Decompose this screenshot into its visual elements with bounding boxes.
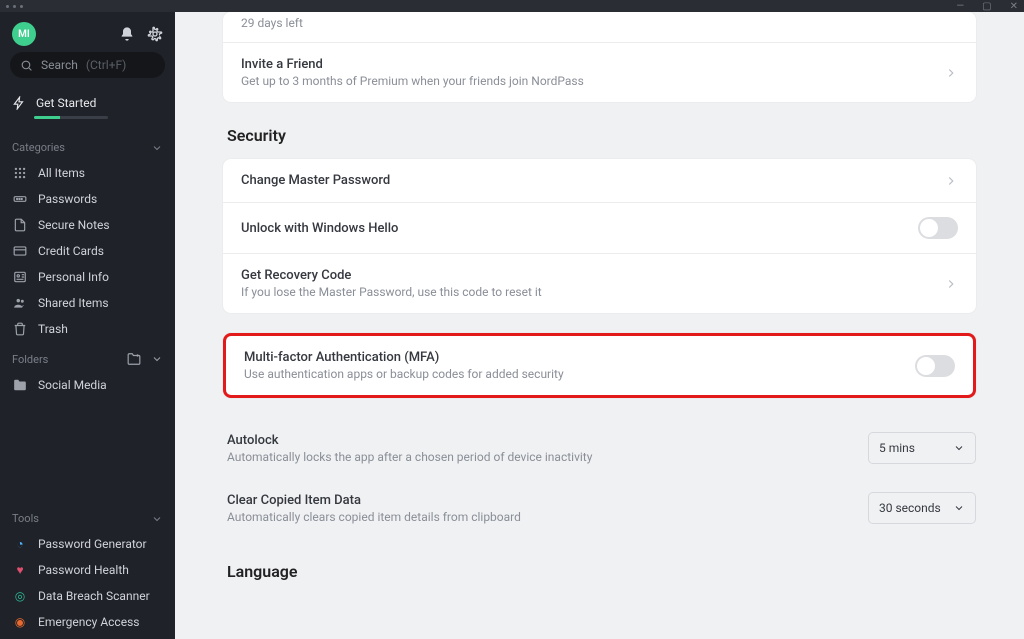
row-title: Change Master Password — [241, 173, 930, 188]
invite-friend-row[interactable]: Invite a Friend Get up to 3 months of Pr… — [223, 42, 976, 102]
security-header: Security — [223, 126, 976, 145]
get-started-link[interactable]: Get Started — [12, 96, 163, 110]
close-icon[interactable]: ✕ — [1010, 1, 1018, 12]
scanner-icon: ◎ — [12, 589, 28, 603]
folder-icon — [12, 378, 28, 392]
tools-header: Tools — [12, 512, 39, 525]
folders-header: Folders — [12, 353, 48, 366]
chevron-right-icon — [944, 277, 958, 291]
row-title: Autolock — [227, 433, 854, 448]
search-icon — [20, 59, 33, 72]
tool-password-generator[interactable]: ◔ Password Generator — [0, 531, 175, 557]
tool-label: Data Breach Scanner — [38, 589, 150, 603]
sidebar-item-label: Passwords — [38, 192, 97, 206]
row-title: Clear Copied Item Data — [227, 493, 854, 508]
get-started-progress — [34, 116, 108, 119]
row-title: Get Recovery Code — [241, 268, 930, 283]
sidebar-item-label: All Items — [38, 166, 85, 180]
minimize-icon[interactable]: — — [956, 1, 964, 12]
sidebar-item-personal-info[interactable]: Personal Info — [0, 264, 175, 290]
search-input[interactable]: Search (Ctrl+F) — [10, 52, 165, 78]
main-content: 29 days left Invite a Friend Get up to 3… — [175, 12, 1024, 639]
id-icon — [12, 270, 28, 284]
trial-days-left: 29 days left — [223, 12, 976, 42]
row-sub: If you lose the Master Password, use thi… — [241, 285, 930, 299]
chevron-down-icon[interactable] — [151, 142, 163, 154]
chevron-down-icon — [953, 442, 965, 454]
sidebar-item-credit-cards[interactable]: Credit Cards — [0, 238, 175, 264]
gear-icon[interactable] — [147, 26, 163, 42]
window-controls: — ▢ ✕ — [956, 0, 1018, 12]
tool-label: Emergency Access — [38, 615, 139, 629]
sidebar-item-trash[interactable]: Trash — [0, 316, 175, 342]
people-icon — [12, 296, 28, 310]
autolock-select[interactable]: 5 mins — [868, 432, 976, 464]
tool-label: Password Health — [38, 563, 129, 577]
windows-hello-row: Unlock with Windows Hello — [223, 202, 976, 253]
add-folder-icon[interactable] — [127, 352, 141, 366]
sidebar-item-all-items[interactable]: All Items — [0, 160, 175, 186]
mfa-row: Multi-factor Authentication (MFA) Use au… — [226, 336, 973, 395]
row-title: Unlock with Windows Hello — [241, 221, 904, 236]
row-sub: Use authentication apps or backup codes … — [244, 367, 901, 381]
chevron-right-icon — [944, 174, 958, 188]
sidebar-item-label: Personal Info — [38, 270, 109, 284]
bell-icon[interactable] — [119, 26, 135, 42]
tool-data-breach-scanner[interactable]: ◎ Data Breach Scanner — [0, 583, 175, 609]
row-sub: Automatically clears copied item details… — [227, 510, 854, 524]
password-icon — [12, 192, 28, 206]
categories-header: Categories — [12, 141, 65, 154]
mfa-toggle[interactable] — [915, 355, 955, 377]
chevron-down-icon[interactable] — [151, 513, 163, 525]
note-icon — [12, 218, 28, 232]
card-icon — [12, 244, 28, 258]
clear-copied-select[interactable]: 30 seconds — [868, 492, 976, 524]
select-value: 5 mins — [879, 441, 915, 455]
folder-item-label: Social Media — [38, 378, 107, 392]
windows-hello-toggle[interactable] — [918, 217, 958, 239]
sidebar-item-shared-items[interactable]: Shared Items — [0, 290, 175, 316]
language-header: Language — [223, 562, 976, 581]
chevron-down-icon — [953, 502, 965, 514]
health-icon: ♥ — [12, 563, 28, 577]
folder-item-social-media[interactable]: Social Media — [0, 372, 175, 398]
sidebar-item-passwords[interactable]: Passwords — [0, 186, 175, 212]
invite-sub: Get up to 3 months of Premium when your … — [241, 74, 930, 88]
autolock-row: Autolock Automatically locks the app aft… — [223, 418, 976, 478]
sidebar-item-label: Secure Notes — [38, 218, 110, 232]
row-title: Multi-factor Authentication (MFA) — [244, 350, 901, 365]
row-sub: Automatically locks the app after a chos… — [227, 450, 854, 464]
app-menu-dots[interactable] — [6, 5, 23, 8]
clear-copied-row: Clear Copied Item Data Automatically cle… — [223, 478, 976, 538]
sidebar-item-label: Credit Cards — [38, 244, 104, 258]
recovery-code-row[interactable]: Get Recovery Code If you lose the Master… — [223, 253, 976, 313]
titlebar: — ▢ ✕ — [0, 0, 1024, 12]
emergency-icon: ◉ — [12, 615, 28, 629]
generator-icon: ◔ — [12, 537, 28, 551]
tool-emergency-access[interactable]: ◉ Emergency Access — [0, 609, 175, 635]
chevron-right-icon — [944, 66, 958, 80]
change-master-password-row[interactable]: Change Master Password — [223, 159, 976, 202]
invite-title: Invite a Friend — [241, 57, 930, 72]
chevron-down-icon[interactable] — [151, 353, 163, 365]
sidebar: MI Search (Ctrl+F) — [0, 12, 175, 639]
get-started-label: Get Started — [36, 96, 96, 110]
tool-label: Password Generator — [38, 537, 147, 551]
grid-icon — [12, 166, 28, 180]
trash-icon — [12, 322, 28, 336]
select-value: 30 seconds — [879, 501, 941, 515]
bolt-icon — [12, 96, 26, 110]
sidebar-item-secure-notes[interactable]: Secure Notes — [0, 212, 175, 238]
search-label: Search — [41, 58, 78, 72]
sidebar-item-label: Shared Items — [38, 296, 109, 310]
search-hint: (Ctrl+F) — [86, 58, 126, 72]
tool-password-health[interactable]: ♥ Password Health — [0, 557, 175, 583]
sidebar-item-label: Trash — [38, 322, 68, 336]
maximize-icon[interactable]: ▢ — [982, 1, 991, 12]
avatar[interactable]: MI — [12, 22, 36, 46]
